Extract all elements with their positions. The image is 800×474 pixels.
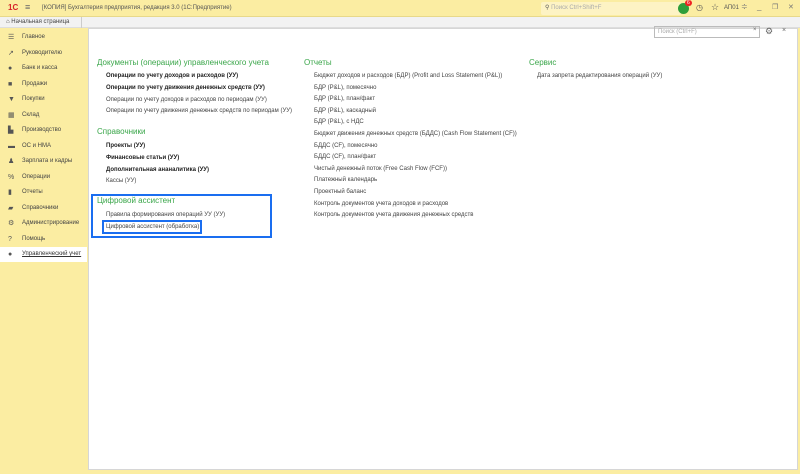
reports-link[interactable]: БДР (P&L), план/факт <box>314 96 375 102</box>
sidebar-item[interactable]: ▮ Отчеты <box>0 185 87 200</box>
docs-link[interactable]: Операции по учету движения денежных сред… <box>106 108 292 114</box>
refs-link[interactable]: Кассы (УУ) <box>106 178 136 184</box>
sidebar-item-label: Продажи <box>22 80 48 87</box>
reports-link[interactable]: БДР (P&L), с НДС <box>314 119 364 125</box>
close-icon[interactable]: ✕ <box>788 3 794 11</box>
sidebar-item[interactable]: ● Банк и касса <box>0 61 87 76</box>
sidebar-item[interactable]: ☰ Главное <box>0 30 87 45</box>
restore-icon[interactable]: ❐ <box>772 3 778 11</box>
cart-icon: ▼ <box>8 96 15 103</box>
sidebar-item[interactable]: ↗ Руководителю <box>0 46 87 61</box>
truck-icon: ▬ <box>8 142 15 150</box>
docs-link[interactable]: Операции по учету движения денежных сред… <box>106 85 265 91</box>
sidebar-item[interactable]: % Операции <box>0 170 87 185</box>
reports-link[interactable]: Проектный баланс <box>314 189 366 195</box>
menu-icon[interactable]: ≡ <box>25 2 30 12</box>
sidebar-item-label: Руководителю <box>22 49 63 56</box>
reports-link[interactable]: Бюджет движения денежных средств (БДДС) … <box>314 131 517 137</box>
person-icon: ♟ <box>8 158 15 165</box>
reports-heading: Отчеты <box>304 58 332 67</box>
docs-heading: Документы (операции) управленческого уче… <box>97 58 269 67</box>
management-icon: ● <box>8 251 13 258</box>
help-icon: ? <box>8 235 12 243</box>
reports-link[interactable]: БДР (P&L), помесячно <box>314 85 376 91</box>
sidebar-item-label: Склад <box>22 111 40 118</box>
sidebar-item[interactable]: ⚙ Администрирование <box>0 216 87 231</box>
refs-heading: Справочники <box>97 127 146 136</box>
sidebar: ☰ Главное ↗ Руководителю ● Банк и касса ■ Прода… <box>0 28 87 474</box>
warehouse-icon: ▦ <box>8 111 15 119</box>
sidebar-item-label: Банк и касса <box>22 65 58 71</box>
sidebar-item[interactable]: ▙ Производство <box>0 123 87 138</box>
title-bar: 1С ≡ [КОПИЯ] Бухгалтерия предприятия, ре… <box>0 0 800 17</box>
sidebar-item[interactable]: ▦ Склад <box>0 108 87 123</box>
reports-link[interactable]: Контроль документов учета движения денеж… <box>314 212 473 218</box>
sidebar-item[interactable]: ▼ Покупки <box>0 92 87 107</box>
sidebar-item[interactable]: ● Управленческий учет <box>0 247 87 262</box>
sidebar-item-label: ОС и НМА <box>22 142 52 149</box>
reports-link[interactable]: БДР (P&L), каскадный <box>314 108 376 114</box>
refs-link[interactable]: Финансовые статьи (УУ) <box>106 155 179 161</box>
1c-logo: 1С <box>8 3 19 12</box>
star-icon[interactable]: ☆ <box>711 2 719 13</box>
sidebar-item-label: Администрирование <box>22 220 80 226</box>
reports-link[interactable]: Чистый денежный поток (Free Cash Flow (F… <box>314 166 447 172</box>
sidebar-item[interactable]: ? Помощь <box>0 232 87 247</box>
close-panel-icon[interactable]: × <box>782 27 786 34</box>
operations-icon: % <box>8 173 15 181</box>
sidebar-item-label: Справочники <box>22 204 59 211</box>
sidebar-item-label: Главное <box>22 34 45 40</box>
reports-link[interactable]: БДДС (CF), помесячно <box>314 143 377 149</box>
sidebar-item[interactable]: ▰ Справочники <box>0 201 87 216</box>
panel-search-input[interactable]: Поиск (Ctrl+F) <box>654 26 760 38</box>
reports-link[interactable]: Контроль документов учета доходов и расх… <box>314 201 448 207</box>
settings-menu-icon[interactable]: ≑ <box>741 2 748 11</box>
sidebar-item-label: Помощь <box>22 235 46 242</box>
sidebar-item-label: Производство <box>22 127 62 133</box>
history-icon[interactable]: ◷ <box>696 3 703 12</box>
main-panel: Поиск (Ctrl+F) × ⚙ × Документы (операции… <box>88 26 798 470</box>
bank-icon: ● <box>8 65 13 72</box>
service-heading: Сервис <box>529 58 557 67</box>
reports-link[interactable]: БДДС (CF), план/факт <box>314 154 376 160</box>
refs-link[interactable]: Проекты (УУ) <box>106 143 145 149</box>
sidebar-item-label: Отчеты <box>22 189 43 195</box>
reports-icon: ▮ <box>8 189 12 196</box>
tab-home[interactable]: ⌂ Начальная страница <box>0 17 82 28</box>
global-search-input[interactable]: ⚲ Поиск Ctrl+Shift+F <box>541 2 681 15</box>
sidebar-item-label: Покупки <box>22 96 45 102</box>
assistant-heading: Цифровой ассистент <box>97 196 176 205</box>
book-icon: ▰ <box>8 204 14 212</box>
docs-link[interactable]: Операции по учету доходов и расходов по … <box>106 97 267 103</box>
docs-link[interactable]: Операции по учету доходов и расходов (УУ… <box>106 73 238 79</box>
assistant-link[interactable]: Правила формирования операций УУ (УУ) <box>106 212 225 218</box>
service-link[interactable]: Дата запрета редактирования операций (УУ… <box>537 73 662 79</box>
menu-icon: ☰ <box>8 34 15 41</box>
assistant-item-highlight-box <box>102 220 202 234</box>
factory-icon: ▙ <box>8 127 14 134</box>
user-name[interactable]: АП01 <box>724 5 739 11</box>
trend-icon: ↗ <box>8 49 14 57</box>
gear-icon[interactable]: ⚙ <box>765 26 773 37</box>
clear-search-icon[interactable]: × <box>753 27 757 33</box>
sidebar-item-label: Зарплата и кадры <box>22 158 73 164</box>
sidebar-item-label: Операции <box>22 173 51 180</box>
sidebar-item-label: Управленческий учет <box>22 251 82 257</box>
gear-icon: ⚙ <box>8 220 15 227</box>
bag-icon: ■ <box>8 80 13 88</box>
window-title: [КОПИЯ] Бухгалтерия предприятия, редакци… <box>42 5 232 11</box>
reports-link[interactable]: Платежный календарь <box>314 177 377 183</box>
reports-link[interactable]: Бюджет доходов и расходов (БДР) (Profit … <box>314 73 502 79</box>
notification-badge: 6 <box>685 0 692 6</box>
refs-link[interactable]: Дополнительная ананалитика (УУ) <box>106 167 209 173</box>
sidebar-item[interactable]: ♟ Зарплата и кадры <box>0 154 87 169</box>
sidebar-item[interactable]: ▬ ОС и НМА <box>0 139 87 154</box>
minimize-icon[interactable]: _ <box>757 2 761 11</box>
sidebar-item[interactable]: ■ Продажи <box>0 77 87 92</box>
